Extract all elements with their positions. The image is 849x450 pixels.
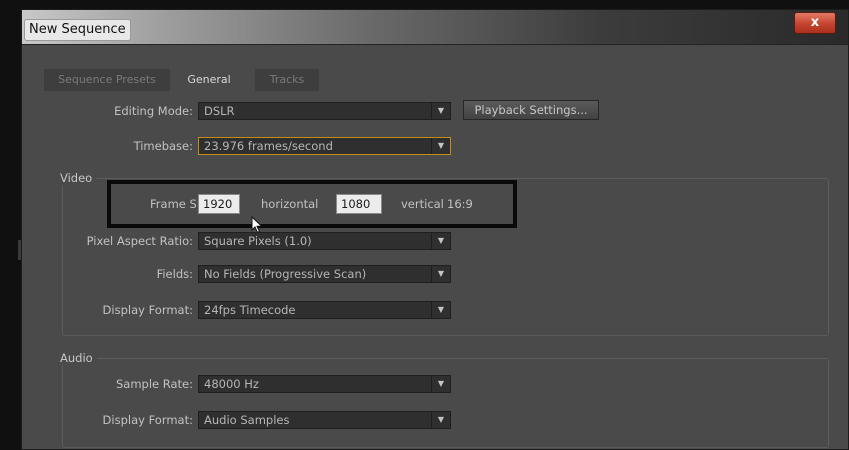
close-button[interactable]: x — [794, 12, 836, 34]
editing-mode-label: Editing Mode: — [114, 104, 193, 118]
editing-mode-value: DSLR — [204, 104, 235, 118]
chevron-down-icon: ▼ — [431, 266, 450, 282]
fields-select[interactable]: No Fields (Progressive Scan) ▼ — [198, 265, 451, 283]
chevron-down-icon: ▼ — [431, 103, 450, 119]
sample-rate-label: Sample Rate: — [115, 377, 193, 391]
audio-display-format-select[interactable]: Audio Samples ▼ — [198, 411, 451, 429]
title-bar[interactable]: New Sequence x — [22, 10, 848, 45]
sample-rate-value: 48000 Hz — [204, 377, 259, 391]
video-display-format-label: Display Format: — [102, 303, 193, 317]
tab-tracks[interactable]: Tracks — [255, 69, 319, 91]
chevron-down-icon: ▼ — [431, 302, 450, 318]
audio-display-format-label: Display Format: — [102, 413, 193, 427]
chevron-down-icon: ▼ — [431, 138, 450, 154]
timebase-label: Timebase: — [133, 139, 193, 153]
editing-mode-select[interactable]: DSLR ▼ — [198, 102, 451, 120]
video-group-title: Video — [60, 171, 97, 185]
sample-rate-select[interactable]: 48000 Hz ▼ — [198, 375, 451, 393]
tab-general[interactable]: General — [176, 69, 242, 91]
tab-sequence-presets[interactable]: Sequence Presets — [44, 69, 170, 91]
fields-label: Fields: — [156, 267, 193, 281]
chevron-down-icon: ▼ — [431, 376, 450, 392]
audio-group-title: Audio — [60, 351, 97, 365]
audio-display-format-value: Audio Samples — [204, 413, 290, 427]
screen-background: New Sequence x Sequence Presets General … — [0, 0, 849, 450]
new-sequence-dialog: New Sequence x Sequence Presets General … — [21, 9, 849, 450]
timebase-value: 23.976 frames/second — [204, 139, 333, 153]
highlight-annotation-box — [107, 180, 517, 228]
playback-settings-button[interactable]: Playback Settings... — [463, 100, 599, 120]
pixel-aspect-ratio-label: Pixel Aspect Ratio: — [86, 234, 193, 248]
audio-group — [62, 358, 829, 448]
video-display-format-value: 24fps Timecode — [204, 303, 296, 317]
fields-value: No Fields (Progressive Scan) — [204, 267, 367, 281]
pixel-aspect-ratio-value: Square Pixels (1.0) — [204, 234, 312, 248]
timebase-select[interactable]: 23.976 frames/second ▼ — [198, 137, 451, 155]
video-display-format-select[interactable]: 24fps Timecode ▼ — [198, 301, 451, 319]
dialog-title: New Sequence — [24, 19, 131, 41]
chevron-down-icon: ▼ — [431, 412, 450, 428]
chevron-down-icon: ▼ — [431, 233, 450, 249]
pixel-aspect-ratio-select[interactable]: Square Pixels (1.0) ▼ — [198, 232, 451, 250]
